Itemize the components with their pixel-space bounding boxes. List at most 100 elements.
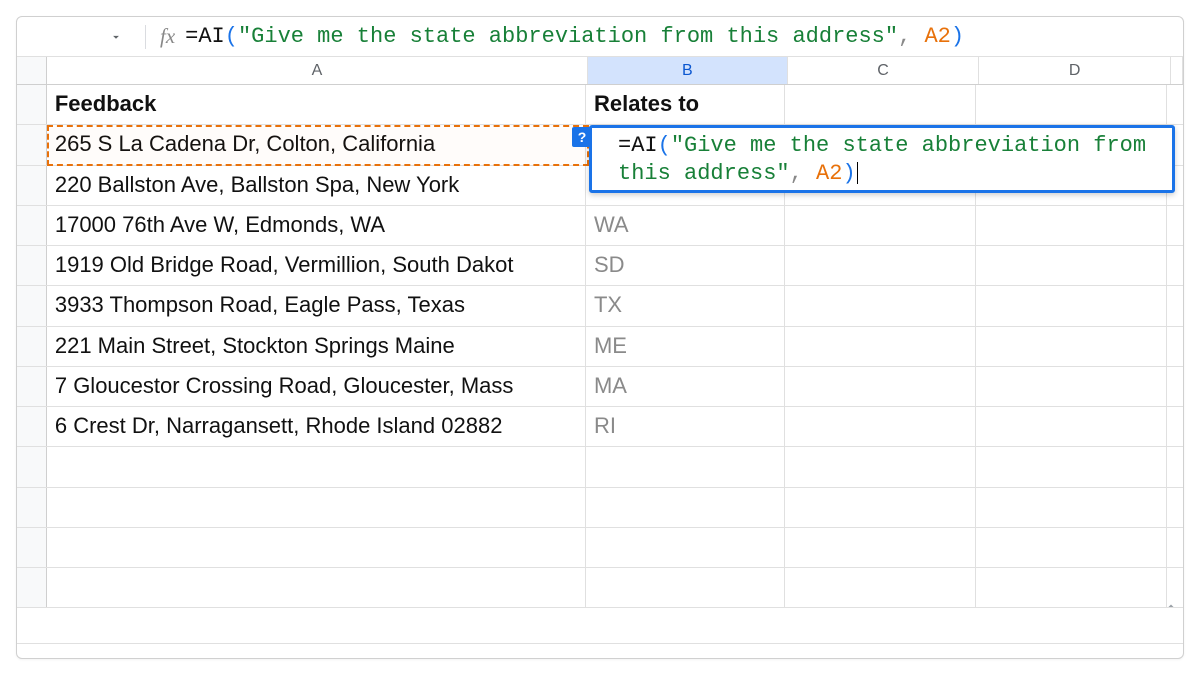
token-eq: = — [185, 24, 198, 49]
cell[interactable] — [976, 447, 1167, 487]
cell-C8[interactable] — [785, 367, 976, 406]
cell-B4[interactable]: WA — [586, 206, 785, 245]
row-1: Feedback Relates to — [17, 85, 1183, 125]
cell-A2[interactable]: 265 S La Cadena Dr, Colton, California — [47, 125, 586, 164]
cell-A6[interactable]: 3933 Thompson Road, Eagle Pass, Texas — [47, 286, 586, 325]
grid: Feedback Relates to 265 S La Cadena Dr, … — [17, 85, 1183, 608]
cell[interactable] — [785, 488, 976, 528]
token-string: "Give me the state abbreviation from thi… — [238, 24, 898, 49]
cell-edge — [1167, 206, 1183, 245]
cell-B1[interactable]: Relates to — [586, 85, 785, 124]
cell-A3[interactable]: 220 Ballston Ave, Ballston Spa, New York — [47, 166, 586, 205]
cell-A7[interactable]: 221 Main Street, Stockton Springs Maine — [47, 327, 586, 366]
cell-edge — [1167, 447, 1183, 487]
row-9: 6 Crest Dr, Narragansett, Rhode Island 0… — [17, 407, 1183, 447]
cell[interactable] — [586, 528, 785, 568]
row-number[interactable] — [17, 286, 47, 325]
cell[interactable] — [976, 568, 1167, 608]
cell-edge — [1167, 246, 1183, 285]
cell-B5[interactable]: SD — [586, 246, 785, 285]
row-8: 7 Gloucestor Crossing Road, Gloucester, … — [17, 367, 1183, 407]
cell[interactable] — [47, 447, 586, 487]
cell[interactable] — [785, 447, 976, 487]
cell-B6[interactable]: TX — [586, 286, 785, 325]
cell[interactable] — [785, 528, 976, 568]
cell-B9[interactable]: RI — [586, 407, 785, 446]
cell-A8[interactable]: 7 Gloucestor Crossing Road, Gloucester, … — [47, 367, 586, 406]
cell-A5[interactable]: 1919 Old Bridge Road, Vermillion, South … — [47, 246, 586, 285]
cell-C5[interactable] — [785, 246, 976, 285]
row-number[interactable] — [17, 206, 47, 245]
bottom-border — [17, 643, 1183, 644]
row-number[interactable] — [17, 407, 47, 446]
cell[interactable] — [785, 568, 976, 608]
cell-C9[interactable] — [785, 407, 976, 446]
cell-edge — [1167, 85, 1183, 124]
token-close: ) — [842, 161, 855, 186]
cell-D7[interactable] — [976, 327, 1167, 366]
row-number[interactable] — [17, 488, 47, 527]
cell-edge — [1167, 327, 1183, 366]
cell[interactable] — [976, 488, 1167, 528]
row-number[interactable] — [17, 568, 47, 607]
namebox-dropdown-icon[interactable] — [107, 28, 125, 46]
row-number[interactable] — [17, 85, 47, 124]
row-number[interactable] — [17, 327, 47, 366]
row-4: 17000 76th Ave W, Edmonds, WA WA — [17, 206, 1183, 246]
row-6: 3933 Thompson Road, Eagle Pass, Texas TX — [17, 286, 1183, 326]
cell-D8[interactable] — [976, 367, 1167, 406]
cell-edge — [1167, 488, 1183, 528]
row-blank — [17, 528, 1183, 568]
cell-C7[interactable] — [785, 327, 976, 366]
spreadsheet-frame: fx =AI("Give me the state abbreviation f… — [16, 16, 1184, 659]
token-close: ) — [951, 24, 964, 49]
cell[interactable] — [47, 568, 586, 608]
row-number[interactable] — [17, 125, 47, 164]
row-number[interactable] — [17, 166, 47, 205]
fx-label: fx — [160, 24, 175, 49]
cell-C6[interactable] — [785, 286, 976, 325]
scroll-up-icon[interactable] — [1165, 599, 1179, 617]
cell-D1[interactable] — [976, 85, 1167, 124]
cell-D6[interactable] — [976, 286, 1167, 325]
cell-D4[interactable] — [976, 206, 1167, 245]
cell[interactable] — [47, 488, 586, 528]
row-7: 221 Main Street, Stockton Springs Maine … — [17, 327, 1183, 367]
cell-A1[interactable]: Feedback — [47, 85, 586, 124]
cell[interactable] — [586, 488, 785, 528]
cell-B7[interactable]: ME — [586, 327, 785, 366]
cell-C4[interactable] — [785, 206, 976, 245]
text-caret — [857, 162, 858, 184]
row-5: 1919 Old Bridge Road, Vermillion, South … — [17, 246, 1183, 286]
token-fn: AI — [631, 133, 657, 158]
token-ref: A2 — [911, 24, 951, 49]
token-fn: AI — [198, 24, 224, 49]
column-header-D[interactable]: D — [979, 57, 1171, 84]
cell-C1[interactable] — [785, 85, 976, 124]
formula-help-icon[interactable]: ? — [572, 127, 592, 147]
row-number[interactable] — [17, 528, 47, 567]
row-number[interactable] — [17, 246, 47, 285]
column-header-B[interactable]: B — [588, 57, 788, 84]
row-blank — [17, 568, 1183, 608]
cell-edge — [1167, 286, 1183, 325]
column-header-C[interactable]: C — [788, 57, 980, 84]
active-cell-editor[interactable]: ? =AI("Give me the state abbreviation fr… — [589, 125, 1175, 193]
cell[interactable] — [586, 447, 785, 487]
formula-input[interactable]: =AI("Give me the state abbreviation from… — [185, 24, 1175, 49]
cell-D5[interactable] — [976, 246, 1167, 285]
select-all-corner[interactable] — [17, 57, 47, 84]
cell[interactable] — [586, 568, 785, 608]
row-number[interactable] — [17, 367, 47, 406]
token-open: ( — [658, 133, 671, 158]
column-headers: A B C D — [17, 57, 1183, 85]
row-blank — [17, 447, 1183, 487]
cell[interactable] — [976, 528, 1167, 568]
column-header-A[interactable]: A — [47, 57, 588, 84]
cell[interactable] — [47, 528, 586, 568]
cell-A4[interactable]: 17000 76th Ave W, Edmonds, WA — [47, 206, 586, 245]
cell-B8[interactable]: MA — [586, 367, 785, 406]
row-number[interactable] — [17, 447, 47, 486]
cell-A9[interactable]: 6 Crest Dr, Narragansett, Rhode Island 0… — [47, 407, 586, 446]
cell-D9[interactable] — [976, 407, 1167, 446]
